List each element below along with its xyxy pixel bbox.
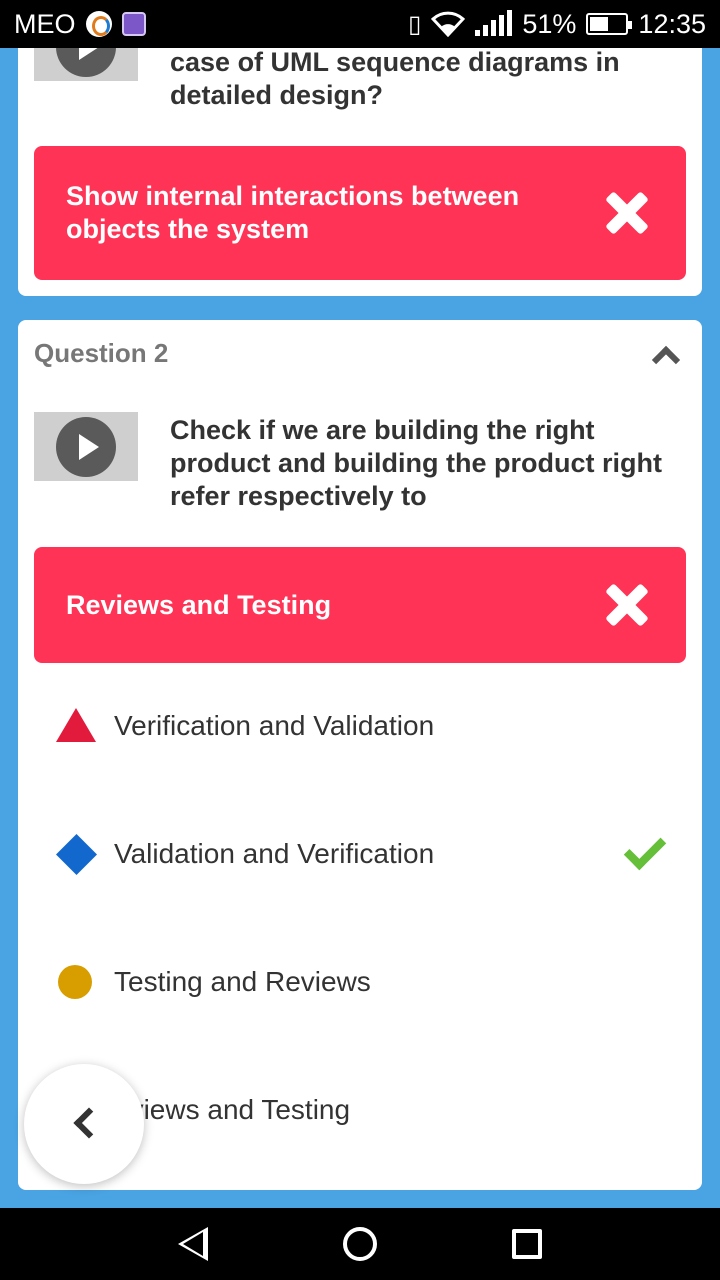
given-answer-text: Reviews and Testing	[66, 589, 332, 620]
carrier-name: MEO	[14, 8, 76, 39]
option-label: Testing and Reviews	[114, 966, 371, 997]
circle-icon	[54, 960, 98, 1004]
system-nav-bar	[0, 1208, 720, 1280]
question-header: Question 2	[34, 338, 169, 368]
battery-percent: 51%	[522, 8, 577, 39]
triangle-icon	[54, 704, 98, 748]
correct-check-icon	[623, 827, 667, 871]
answer-option[interactable]: Testing and Reviews	[54, 952, 674, 1012]
chevron-left-icon	[73, 1107, 105, 1139]
wifi-icon	[431, 11, 466, 37]
wrong-x-icon	[604, 190, 650, 236]
given-answer: Reviews and Testing	[34, 547, 686, 663]
signal-icon	[475, 10, 513, 36]
question-text: case of UML sequence diagrams in detaile…	[170, 47, 620, 110]
nav-home-icon[interactable]	[342, 1227, 377, 1261]
back-button[interactable]	[24, 1064, 144, 1184]
collapse-chevron-icon[interactable]	[651, 345, 681, 375]
option-label: eviews and Testing	[114, 1094, 351, 1125]
status-bar: MEO ▯ 51% 12:35	[0, 0, 720, 48]
video-thumbnail[interactable]	[34, 412, 138, 481]
diamond-icon	[54, 832, 98, 876]
answer-option[interactable]: eviews and Testing	[54, 1080, 674, 1140]
given-answer-text: Show internal interactions between objec…	[66, 181, 520, 244]
image-notification-icon	[121, 12, 146, 36]
given-answer: Show internal interactions between objec…	[34, 146, 686, 280]
option-label: Validation and Verification	[114, 838, 435, 869]
status-right: ▯ 51% 12:35	[408, 9, 706, 40]
answer-option[interactable]: Verification and Validation	[54, 696, 674, 756]
play-icon[interactable]	[56, 416, 116, 477]
clock: 12:35	[638, 8, 706, 39]
option-label: Verification and Validation	[114, 710, 435, 741]
nav-recents-icon[interactable]	[512, 1229, 543, 1259]
answer-option-correct[interactable]: Validation and Verification	[54, 824, 674, 884]
app-notification-icon	[85, 11, 112, 37]
question-card-1: case of UML sequence diagrams in detaile…	[18, 20, 702, 296]
battery-icon	[586, 13, 633, 35]
nav-back-icon[interactable]	[177, 1227, 208, 1261]
question-text: Check if we are building the right produ…	[170, 415, 662, 511]
question-card-2: Question 2 Check if we are building the …	[18, 320, 702, 1190]
vibrate-icon: ▯	[408, 10, 422, 38]
wrong-x-icon	[604, 582, 650, 628]
